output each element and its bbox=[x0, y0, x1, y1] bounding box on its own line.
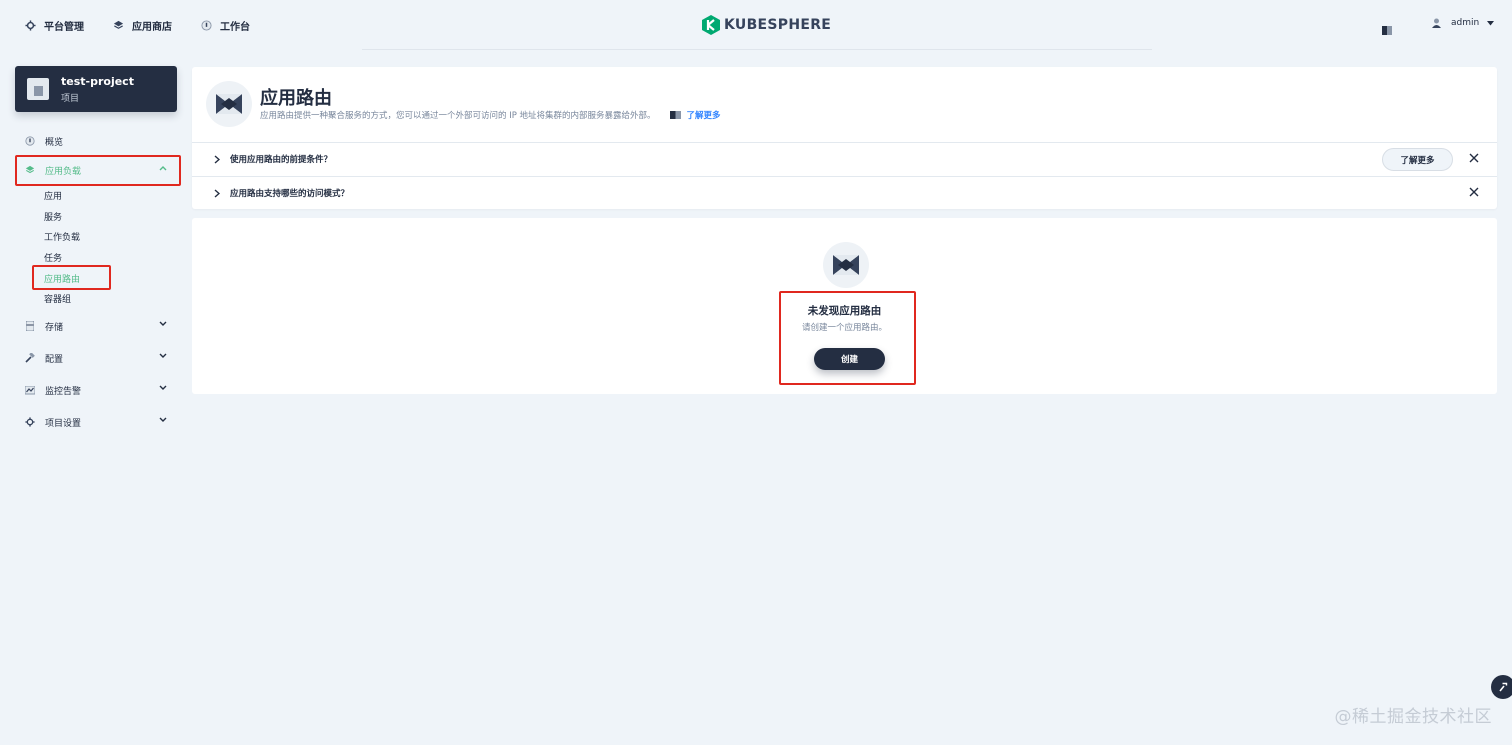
layers-icon bbox=[25, 165, 35, 175]
chevron-down-icon bbox=[159, 385, 167, 391]
user-icon bbox=[1432, 18, 1441, 28]
sidebar-subitem-workloads[interactable]: 工作负载 bbox=[15, 226, 181, 247]
database-icon bbox=[25, 321, 35, 332]
kubesphere-logo-icon bbox=[702, 15, 720, 35]
page-title: 应用路由 bbox=[260, 88, 332, 109]
top-nav: 平台管理 应用商店 工作台 bbox=[24, 18, 278, 33]
layers-icon bbox=[112, 19, 124, 31]
topnav-workbench[interactable]: 工作台 bbox=[200, 18, 250, 33]
sidebar-submenu: 应用 服务 工作负载 任务 应用路由 容器组 bbox=[15, 185, 181, 309]
hammer-icon bbox=[25, 353, 35, 363]
user-menu[interactable]: admin bbox=[1432, 18, 1495, 28]
empty-state-description: 请创建一个应用路由。 bbox=[801, 323, 887, 333]
monitor-chart-icon bbox=[25, 385, 35, 395]
sidebar-nav: 概览 应用负载 应用 服务 工作负载 任务 应用路由 容器组 存储 配置 监控告… bbox=[15, 128, 181, 435]
sidebar-item-project-settings[interactable]: 项目设置 bbox=[15, 409, 181, 435]
faq-question: 使用应用路由的前提条件？ bbox=[230, 155, 333, 165]
empty-state-title: 未发现应用路由 bbox=[807, 305, 882, 317]
caret-down-icon bbox=[1487, 20, 1495, 25]
hammer-icon bbox=[1499, 682, 1508, 692]
sidebar-subitem-pods[interactable]: 容器组 bbox=[15, 288, 181, 309]
sidebar-item-overview[interactable]: 概览 bbox=[15, 128, 181, 154]
book-icon bbox=[669, 111, 681, 119]
sidebar-item-label: 应用负载 bbox=[45, 166, 82, 177]
gear-icon bbox=[24, 19, 36, 31]
sidebar-subitem-jobs[interactable]: 任务 bbox=[15, 247, 181, 268]
learn-more-link[interactable]: 了解更多 bbox=[669, 109, 721, 121]
sidebar-item-label: 配置 bbox=[45, 354, 64, 365]
user-name: admin bbox=[1451, 18, 1480, 28]
project-type: 项目 bbox=[61, 93, 80, 104]
chevron-down-icon bbox=[159, 353, 167, 359]
project-icon bbox=[27, 78, 49, 100]
toolbox-button[interactable] bbox=[1491, 675, 1512, 699]
topnav-app-store[interactable]: 应用商店 bbox=[112, 18, 172, 33]
create-button[interactable]: 创建 bbox=[814, 348, 885, 370]
project-name: test-project bbox=[61, 74, 134, 88]
ingress-icon bbox=[206, 81, 252, 127]
sidebar-item-label: 监控告警 bbox=[45, 386, 82, 397]
topnav-label: 应用商店 bbox=[132, 21, 172, 33]
dashboard-icon bbox=[200, 19, 212, 31]
description-text: 应用路由提供一种聚合服务的方式，您可以通过一个外部可访问的 IP 地址将集群的内… bbox=[260, 111, 656, 121]
sidebar-item-storage[interactable]: 存储 bbox=[15, 313, 181, 339]
project-card[interactable]: test-project 项目 bbox=[15, 66, 177, 112]
sidebar-subitem-services[interactable]: 服务 bbox=[15, 206, 181, 227]
brand-name: KUBESPHERE bbox=[724, 17, 832, 33]
faq-question: 应用路由支持哪些的访问模式？ bbox=[230, 189, 350, 199]
chevron-right-icon bbox=[214, 188, 220, 198]
faq-learn-more-button[interactable]: 了解更多 bbox=[1382, 148, 1453, 171]
faq-prerequisites[interactable]: 使用应用路由的前提条件？ 了解更多 bbox=[192, 142, 1497, 175]
topnav-platform-management[interactable]: 平台管理 bbox=[24, 18, 84, 33]
page-banner: 应用路由 应用路由提供一种聚合服务的方式，您可以通过一个外部可访问的 IP 地址… bbox=[192, 67, 1497, 209]
topnav-label: 平台管理 bbox=[44, 21, 84, 33]
close-icon[interactable] bbox=[1468, 152, 1480, 164]
sidebar-item-monitoring[interactable]: 监控告警 bbox=[15, 377, 181, 403]
dashboard-icon bbox=[25, 136, 35, 146]
faq-access-modes[interactable]: 应用路由支持哪些的访问模式？ bbox=[192, 176, 1497, 209]
chevron-right-icon bbox=[214, 154, 220, 164]
sidebar-item-label: 项目设置 bbox=[45, 418, 82, 429]
top-bar-divider bbox=[362, 49, 1152, 50]
sidebar-item-label: 存储 bbox=[45, 322, 64, 333]
chevron-up-icon bbox=[159, 166, 167, 171]
sidebar-item-app-workloads[interactable]: 应用负载 bbox=[15, 157, 181, 183]
banner-header: 应用路由 应用路由提供一种聚合服务的方式，您可以通过一个外部可访问的 IP 地址… bbox=[192, 67, 1497, 142]
topnav-label: 工作台 bbox=[220, 21, 250, 33]
sidebar-subitem-ingress[interactable]: 应用路由 bbox=[15, 268, 181, 289]
watermark: @稀土掘金技术社区 bbox=[1334, 707, 1492, 727]
ingress-icon bbox=[823, 242, 869, 288]
page-description: 应用路由提供一种聚合服务的方式，您可以通过一个外部可访问的 IP 地址将集群的内… bbox=[260, 109, 721, 121]
sidebar-item-label: 概览 bbox=[45, 137, 64, 148]
empty-state-panel: 未发现应用路由 请创建一个应用路由。 创建 bbox=[192, 218, 1497, 394]
sidebar-item-config[interactable]: 配置 bbox=[15, 345, 181, 371]
top-bar: 平台管理 应用商店 工作台 KUBESPHERE admin bbox=[0, 0, 1512, 50]
kubesphere-logo[interactable]: KUBESPHERE bbox=[702, 15, 831, 35]
sidebar-subitem-apps[interactable]: 应用 bbox=[15, 185, 181, 206]
learn-more-label: 了解更多 bbox=[686, 111, 721, 121]
chevron-down-icon bbox=[159, 417, 167, 423]
gear-icon bbox=[25, 417, 35, 427]
document-icon[interactable] bbox=[1382, 20, 1392, 39]
close-icon[interactable] bbox=[1468, 186, 1480, 198]
chevron-down-icon bbox=[159, 321, 167, 327]
